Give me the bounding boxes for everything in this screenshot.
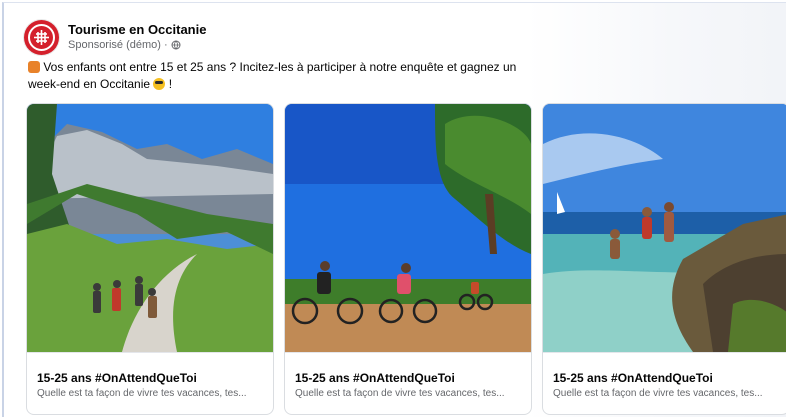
post-text: Vos enfants ont entre 15 et 25 ans ? Inc… [28,59,558,93]
sponsored-label: Sponsorisé (démo) · [68,38,168,51]
gift-emoji-icon [28,61,40,73]
post-meta: Tourisme en Occitanie Sponsorisé (démo) … [68,22,206,53]
card-title[interactable]: 15-25 ans #OnAttendQueToi [295,371,455,385]
globe-icon [171,40,181,50]
card-description: Quelle est ta façon de vivre tes vacance… [37,388,247,399]
card-title[interactable]: 15-25 ans #OnAttendQueToi [553,371,713,385]
card-image-mountain-hikers[interactable] [27,104,273,352]
post-text-end: ! [168,77,173,91]
card-image-cyclists[interactable] [285,104,531,352]
carousel-card-3[interactable]: 15-25 ans #OnAttendQueToi Quelle est ta … [542,103,786,415]
card-description: Quelle est ta façon de vivre tes vacance… [295,388,505,399]
carousel-card-1[interactable]: 15-25 ans #OnAttendQueToi Quelle est ta … [26,103,274,415]
post-header: Tourisme en Occitanie Sponsorisé (démo) … [24,17,206,57]
occitanie-cross-icon [28,23,55,51]
ad-post: Tourisme en Occitanie Sponsorisé (démo) … [2,2,786,417]
post-text-line1: Vos enfants ont entre 15 et 25 ans ? Inc… [43,60,517,74]
post-text-line2: week-end en Occitanie [28,77,151,91]
sunglasses-emoji-icon [153,78,166,90]
card-body[interactable]: 15-25 ans #OnAttendQueToi Quelle est ta … [27,352,273,414]
card-description: Quelle est ta façon de vivre tes vacance… [553,388,763,399]
page-avatar[interactable] [24,19,59,55]
card-body[interactable]: 15-25 ans #OnAttendQueToi Quelle est ta … [543,352,786,414]
card-body[interactable]: 15-25 ans #OnAttendQueToi Quelle est ta … [285,352,531,414]
carousel-card-2[interactable]: 15-25 ans #OnAttendQueToi Quelle est ta … [284,103,532,415]
page-name-link[interactable]: Tourisme en Occitanie [68,22,206,38]
sponsored-line: Sponsorisé (démo) · [68,38,206,53]
card-title[interactable]: 15-25 ans #OnAttendQueToi [37,371,197,385]
card-image-beach-swimmers[interactable] [543,104,786,352]
